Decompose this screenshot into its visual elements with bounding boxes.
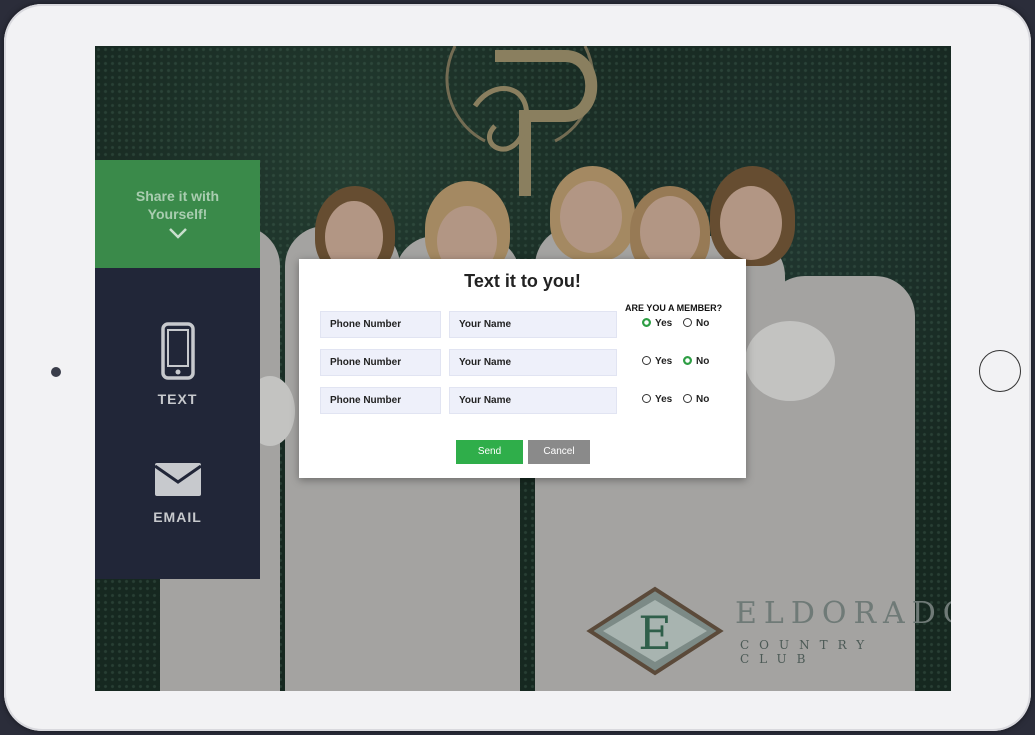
member-yes-option[interactable]: Yes	[642, 356, 672, 367]
yes-label: Yes	[655, 356, 673, 367]
member-yes-option[interactable]: Yes	[642, 394, 672, 405]
member-yes-option[interactable]: Yes	[642, 318, 672, 329]
no-label: No	[696, 394, 710, 405]
phone-icon	[160, 322, 195, 380]
radio-icon	[642, 394, 651, 403]
member-question: ARE YOU A MEMBER?	[625, 303, 723, 313]
member-no-option[interactable]: No	[683, 394, 709, 405]
club-logo: E ELDORADO COUNTRY CLUB	[585, 586, 951, 676]
logo-letter: E	[638, 606, 672, 660]
send-button[interactable]: Send	[456, 440, 523, 464]
radio-icon	[683, 318, 693, 327]
dialog-title: Text it to you!	[464, 271, 581, 291]
share-banner[interactable]: Share it with Yourself!	[95, 160, 260, 268]
chevron-down-icon	[168, 228, 187, 239]
radio-selected-icon	[642, 318, 651, 327]
cancel-button[interactable]: Cancel	[528, 440, 590, 464]
phone-number-field[interactable]: Phone Number	[320, 387, 441, 414]
member-radio-group: Yes No	[642, 318, 717, 329]
email-option-label: EMAIL	[153, 509, 202, 525]
no-label: No	[696, 356, 710, 367]
your-name-field[interactable]: Your Name	[449, 311, 617, 338]
logo-subtitle: COUNTRY CLUB	[740, 638, 875, 666]
phone-number-field[interactable]: Phone Number	[320, 349, 441, 376]
radio-icon	[642, 356, 651, 365]
share-line-1: Share it with	[135, 188, 220, 204]
share-line-2: Yourself!	[147, 206, 208, 222]
diamond-logo-icon: E	[586, 586, 724, 676]
radio-selected-icon	[683, 356, 693, 365]
member-radio-group: Yes No	[642, 394, 717, 405]
logo-wordmark: ELDORADO	[735, 596, 951, 631]
member-no-option[interactable]: No	[683, 318, 709, 329]
yes-label: Yes	[655, 318, 673, 329]
yes-label: Yes	[655, 394, 673, 405]
text-share-dialog: Text it to you! ARE YOU A MEMBER? Phone …	[299, 259, 746, 478]
camera-icon	[51, 367, 61, 377]
your-name-field[interactable]: Your Name	[449, 349, 617, 376]
member-no-option[interactable]: No	[683, 356, 709, 367]
your-name-field[interactable]: Your Name	[449, 387, 617, 414]
radio-icon	[683, 394, 693, 403]
no-label: No	[696, 318, 710, 329]
phone-number-field[interactable]: Phone Number	[320, 311, 441, 338]
share-sidebar: TEXT EMAIL	[95, 268, 260, 579]
home-button[interactable]	[979, 350, 1021, 392]
member-radio-group: Yes No	[642, 356, 717, 367]
envelope-icon	[153, 463, 202, 496]
text-option-label: TEXT	[157, 391, 198, 407]
text-option[interactable]: TEXT	[95, 322, 260, 407]
email-option[interactable]: EMAIL	[95, 463, 260, 525]
